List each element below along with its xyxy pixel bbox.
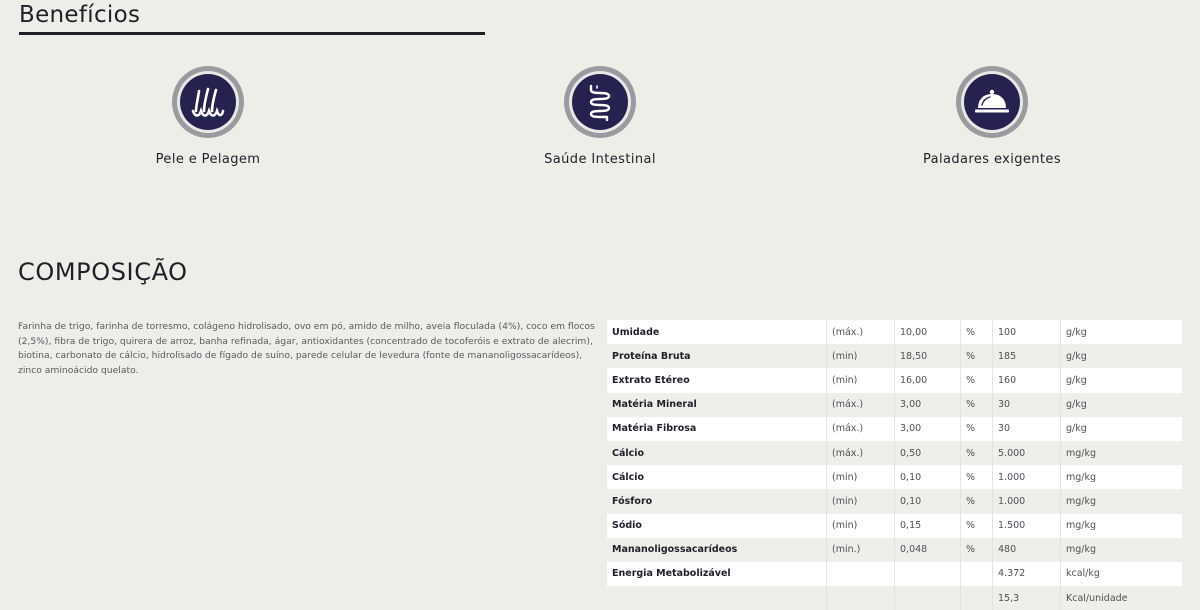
- nutrient-percent-unit: %: [960, 416, 993, 441]
- nutrient-name: Umidade: [607, 320, 827, 345]
- nutrient-qualifier: (min): [826, 344, 895, 369]
- table-row: Umidade (máx.) 10,00% 100 g/kg: [607, 320, 1182, 345]
- nutrient-qualifier: (min): [826, 465, 895, 490]
- nutrient-name: Matéria Mineral: [607, 392, 827, 417]
- nutrient-qualifier: (máx.): [826, 320, 895, 345]
- table-row: Extrato Etéreo (min) 16,00% 160 g/kg: [607, 368, 1182, 393]
- table-row: Energia Metabolizável 4.372 kcal/kg: [607, 561, 1182, 587]
- nutrient-name: Extrato Etéreo: [607, 368, 827, 393]
- nutrient-percent: 16,00: [894, 368, 961, 393]
- composition-title: COMPOSIÇÃO: [18, 258, 188, 286]
- nutrient-percent-unit: %: [960, 537, 993, 562]
- nutrient-percent-unit: [960, 561, 993, 587]
- nutrient-percent: 0,10: [894, 465, 961, 490]
- nutrient-percent-unit: [960, 586, 993, 610]
- nutrient-value: 100: [992, 320, 1061, 345]
- nutrient-percent-unit: %: [960, 513, 993, 538]
- nutrient-percent: 3,00: [894, 416, 961, 441]
- nutrient-qualifier: (min): [826, 513, 895, 538]
- nutrient-unit: g/kg: [1060, 368, 1182, 393]
- nutrient-qualifier: (min.): [826, 537, 895, 562]
- nutrient-percent-unit: %: [960, 320, 993, 345]
- nutrient-name: Proteína Bruta: [607, 344, 827, 369]
- benefit-intestinal-health: Saúde Intestinal: [480, 66, 720, 167]
- table-row: Mananoligossacarídeos (min.) 0,048% 480 mg/k…: [607, 537, 1182, 562]
- nutrient-percent-unit: %: [960, 440, 993, 466]
- intestine-icon: [572, 74, 628, 130]
- table-row: Cálcio (min) 0,10% 1.000 mg/kg: [607, 465, 1182, 490]
- nutrient-percent-unit: %: [960, 368, 993, 393]
- nutrient-value: 5.000: [992, 440, 1061, 466]
- composition-text: Farinha de trigo, farinha de torresmo, c…: [18, 321, 595, 376]
- nutrient-value: 15,3: [992, 586, 1061, 610]
- nutrient-unit: mg/kg: [1060, 537, 1182, 562]
- nutrition-table: Umidade (máx.) 10,00% 100 g/kg Proteína Bruta…: [607, 320, 1182, 610]
- nutrient-qualifier: (máx.): [826, 392, 895, 417]
- nutrient-percent: 0,048: [894, 537, 961, 562]
- nutrient-value: 160: [992, 368, 1061, 393]
- nutrient-name: [607, 586, 827, 610]
- table-row: Cálcio (máx.) 0,50% 5.000 mg/kg: [607, 440, 1182, 466]
- nutrient-percent: [894, 561, 961, 587]
- nutrient-qualifier: (min): [826, 368, 895, 393]
- benefits-underline: [19, 32, 485, 35]
- nutrient-unit: mg/kg: [1060, 440, 1182, 466]
- nutrient-unit: g/kg: [1060, 320, 1182, 345]
- nutrient-value: 30: [992, 392, 1061, 417]
- nutrient-unit: mg/kg: [1060, 513, 1182, 538]
- nutrient-percent-unit: %: [960, 465, 993, 490]
- nutrient-value: 1.500: [992, 513, 1061, 538]
- nutrient-percent: 18,50: [894, 344, 961, 369]
- nutrient-value: 4.372: [992, 561, 1061, 587]
- nutrient-percent: 10,00: [894, 320, 961, 345]
- nutrient-unit: kcal/kg: [1060, 561, 1182, 587]
- nutrient-name: Mananoligossacarídeos: [607, 537, 827, 562]
- benefit-skin-coat: Pele e Pelagem: [88, 66, 328, 167]
- nutrient-qualifier: (máx.): [826, 416, 895, 441]
- nutrient-name: Cálcio: [607, 440, 827, 466]
- nutrient-value: 480: [992, 537, 1061, 562]
- table-row: Matéria Fibrosa (máx.) 3,00% 30 g/kg: [607, 416, 1182, 441]
- nutrient-qualifier: (min): [826, 489, 895, 514]
- nutrient-name: Energia Metabolizável: [607, 561, 827, 587]
- nutrient-percent: 3,00: [894, 392, 961, 417]
- table-row: Fósforo (min) 0,10% 1.000 mg/kg: [607, 489, 1182, 514]
- nutrient-percent-unit: %: [960, 344, 993, 369]
- nutrient-value: 185: [992, 344, 1061, 369]
- nutrient-value: 30: [992, 416, 1061, 441]
- nutrient-qualifier: [826, 586, 895, 610]
- nutrient-percent: 0,15: [894, 513, 961, 538]
- nutrient-unit: mg/kg: [1060, 489, 1182, 514]
- nutrient-unit: g/kg: [1060, 344, 1182, 369]
- nutrient-name: Cálcio: [607, 465, 827, 490]
- table-row: Proteína Bruta (min) 18,50% 185 g/kg: [607, 344, 1182, 369]
- nutrient-name: Matéria Fibrosa: [607, 416, 827, 441]
- nutrient-unit: Kcal/unidade: [1060, 586, 1182, 610]
- benefit-label: Paladares exigentes: [922, 152, 1061, 167]
- nutrient-percent: 0,50: [894, 440, 961, 466]
- benefit-label: Pele e Pelagem: [155, 152, 261, 167]
- benefit-picky-eaters: Paladares exigentes: [872, 66, 1112, 167]
- nutrient-unit: g/kg: [1060, 392, 1182, 417]
- nutrient-percent: 0,10: [894, 489, 961, 514]
- nutrient-unit: g/kg: [1060, 416, 1182, 441]
- benefit-label: Saúde Intestinal: [544, 152, 656, 167]
- nutrient-percent-unit: %: [960, 392, 993, 417]
- nutrient-qualifier: (máx.): [826, 440, 895, 466]
- nutrient-value: 1.000: [992, 465, 1061, 490]
- benefits-title: Benefícios: [19, 2, 141, 28]
- nutrient-percent: [894, 586, 961, 610]
- nutrient-unit: mg/kg: [1060, 465, 1182, 490]
- table-row: Sódio (min) 0,15% 1.500 mg/kg: [607, 513, 1182, 538]
- nutrient-name: Fósforo: [607, 489, 827, 514]
- nutrient-qualifier: [826, 561, 895, 587]
- table-row: 15,3 Kcal/unidade: [607, 586, 1182, 610]
- nutrient-name: Sódio: [607, 513, 827, 538]
- nutrient-percent-unit: %: [960, 489, 993, 514]
- table-row: Matéria Mineral (máx.) 3,00% 30 g/kg: [607, 392, 1182, 417]
- food-cloche-icon: [964, 74, 1020, 130]
- nutrient-value: 1.000: [992, 489, 1061, 514]
- hair-follicle-icon: [180, 74, 236, 130]
